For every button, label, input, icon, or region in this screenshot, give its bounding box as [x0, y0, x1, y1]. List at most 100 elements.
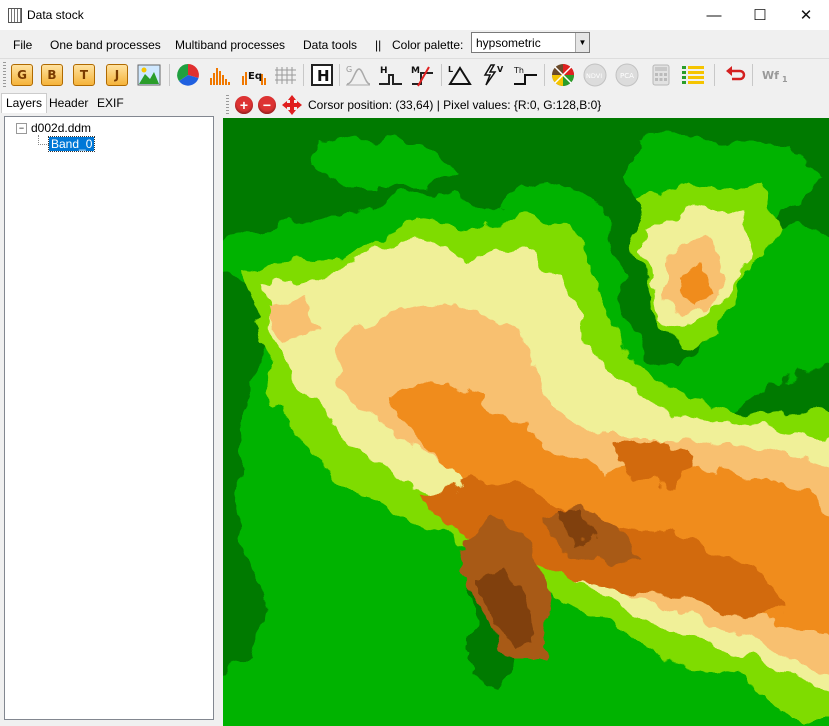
svg-text:H: H [380, 66, 388, 76]
open-b-button[interactable]: B [39, 62, 65, 88]
pan-button[interactable] [280, 93, 304, 117]
tree-root-file[interactable]: d002d.ddm [31, 121, 91, 135]
highpass-filter-button[interactable]: H [377, 62, 403, 88]
open-t-button[interactable]: T [71, 62, 97, 88]
color-palette-label: Color palette: [392, 38, 464, 52]
gaussian-filter-button[interactable]: G [345, 62, 371, 88]
chevron-down-icon[interactable]: ▼ [575, 33, 589, 52]
svg-text:NDVI: NDVI [586, 72, 602, 80]
color-palette-value: hypsometric [476, 36, 541, 50]
toolbar-separator [169, 64, 170, 86]
minimize-button[interactable]: — [691, 0, 737, 30]
app-icon [8, 8, 22, 23]
workflow-icon: Wf 1 [762, 69, 788, 84]
menu-file[interactable]: File [13, 38, 32, 52]
ndvi-icon: NDVI [583, 63, 607, 87]
triangle-icon: L [448, 65, 472, 85]
tree-item-band[interactable]: Band_0 [47, 136, 96, 152]
tab-layers[interactable]: Layers [1, 93, 48, 113]
legend-button[interactable] [680, 62, 706, 88]
laplacian-button[interactable]: L [447, 62, 473, 88]
zoom-out-button[interactable]: − [258, 96, 276, 114]
classification-button[interactable] [550, 62, 576, 88]
color-palette-select[interactable]: hypsometric ▼ [471, 32, 590, 53]
collapse-icon[interactable]: − [16, 123, 27, 134]
svg-text:H: H [317, 67, 330, 85]
calculator-icon [652, 64, 670, 86]
classification-icon [552, 64, 574, 86]
gaussian-curve-icon: G [346, 65, 371, 86]
zoom-in-button[interactable]: + [235, 96, 253, 114]
threshold-button[interactable]: Th [511, 62, 537, 88]
menu-multiband-processes[interactable]: Multiband processes [175, 38, 285, 52]
equalization-button[interactable]: Eq [241, 62, 267, 88]
histogram-icon [210, 68, 230, 85]
image-toolbar: + − Corsor position: (33,64) | Pixel val… [223, 93, 829, 117]
rgb-pie-icon [177, 64, 199, 86]
menu-separator: || [375, 38, 382, 52]
header-h-button[interactable]: H [309, 62, 335, 88]
svg-text:PCA: PCA [620, 72, 634, 80]
svg-text:M: M [411, 66, 420, 76]
grid-button[interactable] [273, 62, 299, 88]
open-g-button[interactable]: G [9, 62, 35, 88]
workflow-button[interactable]: Wf 1 [760, 62, 792, 88]
toolbar-separator [714, 64, 715, 86]
undo-icon [726, 66, 746, 81]
lightning-icon: V [483, 64, 504, 86]
j-icon: J [106, 64, 128, 86]
toolbar-separator [752, 64, 753, 86]
undo-button[interactable] [722, 62, 748, 88]
elevation-map-canvas[interactable] [223, 118, 829, 726]
svg-text:Eq: Eq [248, 71, 262, 82]
highpass-icon: H [379, 66, 402, 85]
menu-bar: File One band processes Multiband proces… [0, 30, 829, 58]
menu-data-tools[interactable]: Data tools [303, 38, 357, 52]
menu-one-band-processes[interactable]: One band processes [50, 38, 161, 52]
toolbar-separator [339, 64, 340, 86]
histogram-button[interactable] [207, 62, 233, 88]
maximize-button[interactable]: ☐ [737, 0, 783, 30]
open-j-button[interactable]: J [104, 62, 130, 88]
toolbar-separator [303, 64, 304, 86]
t-icon: T [73, 64, 95, 86]
pca-button[interactable]: PCA [614, 62, 640, 88]
toolbar-separator [441, 64, 442, 86]
g-icon: G [11, 64, 33, 86]
ndvi-button[interactable]: NDVI [582, 62, 608, 88]
svg-text:G: G [346, 65, 352, 74]
median-icon: M [411, 66, 433, 87]
image-view-button[interactable] [136, 62, 162, 88]
calculator-button[interactable] [648, 62, 674, 88]
edge-detect-button[interactable]: V [479, 62, 505, 88]
h-box-icon: H [311, 64, 333, 86]
threshold-icon: Th [513, 66, 537, 85]
move-arrows-icon [282, 95, 302, 115]
title-bar: Data stock — ☐ ✕ [0, 0, 829, 30]
median-filter-button[interactable]: M [409, 62, 435, 88]
tab-header[interactable]: Header [44, 93, 93, 114]
pca-icon: PCA [615, 63, 639, 87]
rgb-composite-button[interactable] [175, 62, 201, 88]
layer-tree[interactable]: − d002d.ddm Band_0 [4, 116, 214, 720]
landscape-icon [137, 64, 161, 86]
cursor-status-text: Corsor position: (33,64) | Pixel values:… [308, 98, 602, 112]
tab-exif[interactable]: EXIF [92, 93, 129, 114]
close-button[interactable]: ✕ [783, 0, 829, 30]
toolbar-grip[interactable] [3, 62, 6, 88]
svg-text:Wf: Wf [762, 69, 779, 82]
svg-text:Th: Th [513, 66, 524, 75]
window-title: Data stock [27, 8, 84, 22]
toolbar-separator [544, 64, 545, 86]
b-icon: B [41, 64, 63, 86]
svg-text:1: 1 [782, 75, 788, 84]
legend-list-icon [682, 66, 704, 84]
image-toolbar-grip[interactable] [226, 95, 229, 115]
hypsometric-map [223, 118, 829, 726]
svg-text:L: L [448, 65, 453, 74]
grid-icon [275, 67, 296, 84]
svg-text:V: V [497, 65, 504, 74]
left-panel-tabs: Layers Header EXIF [0, 93, 220, 113]
toolbar: G B T J Eq H G H M L V Th NDVI PCA Wf 1 [0, 58, 829, 91]
equalize-icon: Eq [242, 71, 266, 85]
